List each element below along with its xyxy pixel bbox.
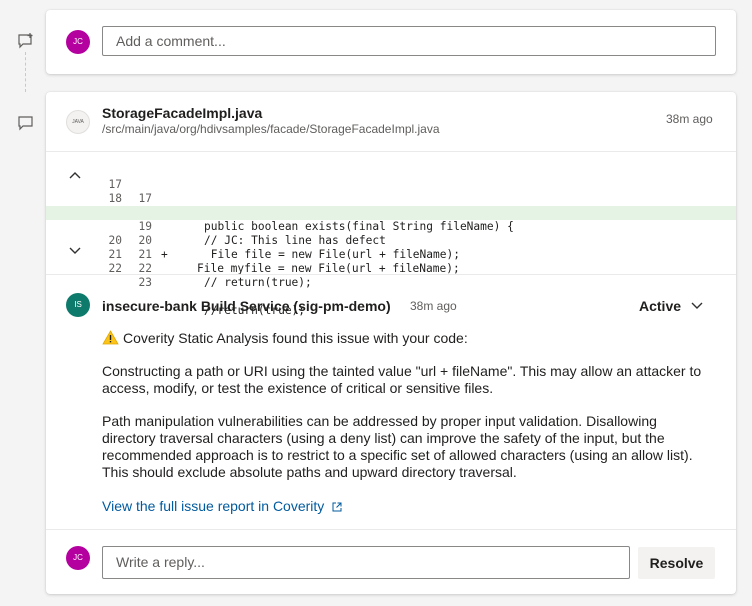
add-comment-card: JC Add a comment... [46,10,736,74]
avatar: JC [66,546,90,570]
comment-thread-card: JAVA StorageFacadeImpl.java /src/main/ja… [46,92,736,594]
file-name[interactable]: StorageFacadeImpl.java [102,105,262,121]
new-line-number: 23 [138,276,152,289]
status-label: Active [639,298,682,314]
external-link-icon [332,502,342,512]
reply-input[interactable]: Write a reply... [102,546,630,579]
timeline-rail [25,52,26,92]
divider [46,151,736,152]
comment-paragraph: Path manipulation vulnerabilities can be… [102,413,693,480]
java-file-icon: JAVA [66,110,90,134]
code-line: 22 23 //return(true); [46,248,736,317]
add-comment-icon [18,33,33,49]
code-snippet: 17 17 public boolean exists(final String… [46,164,736,317]
intro-text: Coverity Static Analysis found this issu… [123,330,468,346]
divider [46,529,736,530]
warning-icon [102,330,119,345]
avatar: IS [66,293,90,317]
comment-intro: Coverity Static Analysis found this issu… [102,330,712,347]
code-line: 19 19 File file = new File(url + fileNam… [46,192,736,261]
comment-icon [18,116,33,131]
link-text: View the full issue report in Coverity [102,498,325,514]
divider [46,274,736,275]
code-line: 17 17 public boolean exists(final String… [46,164,736,233]
thread-timestamp: 38m ago [666,112,713,126]
comment-timestamp: 38m ago [410,299,457,313]
code-line-added: 20 + File myfile = new File(url + fileNa… [46,206,736,275]
file-path: /src/main/java/org/hdivsamples/facade/St… [102,122,440,136]
code-text: // return(true); [204,276,312,289]
chevron-down-icon [691,302,703,309]
code-line: 20 21 // return(true); [46,220,736,289]
code-line: 21 22 [46,234,736,275]
coverity-report-link[interactable]: View the full issue report in Coverity [102,498,342,514]
comment-author: insecure-bank Build Service (sig-pm-demo… [102,298,391,314]
code-line: 18 18 // JC: This line has defect [46,178,736,247]
thread-status-dropdown[interactable]: Active [639,298,703,314]
resolve-button[interactable]: Resolve [638,547,715,579]
add-comment-input[interactable]: Add a comment... [102,26,716,56]
avatar: JC [66,30,90,54]
comment-paragraph: Constructing a path or URI using the tai… [102,363,702,396]
